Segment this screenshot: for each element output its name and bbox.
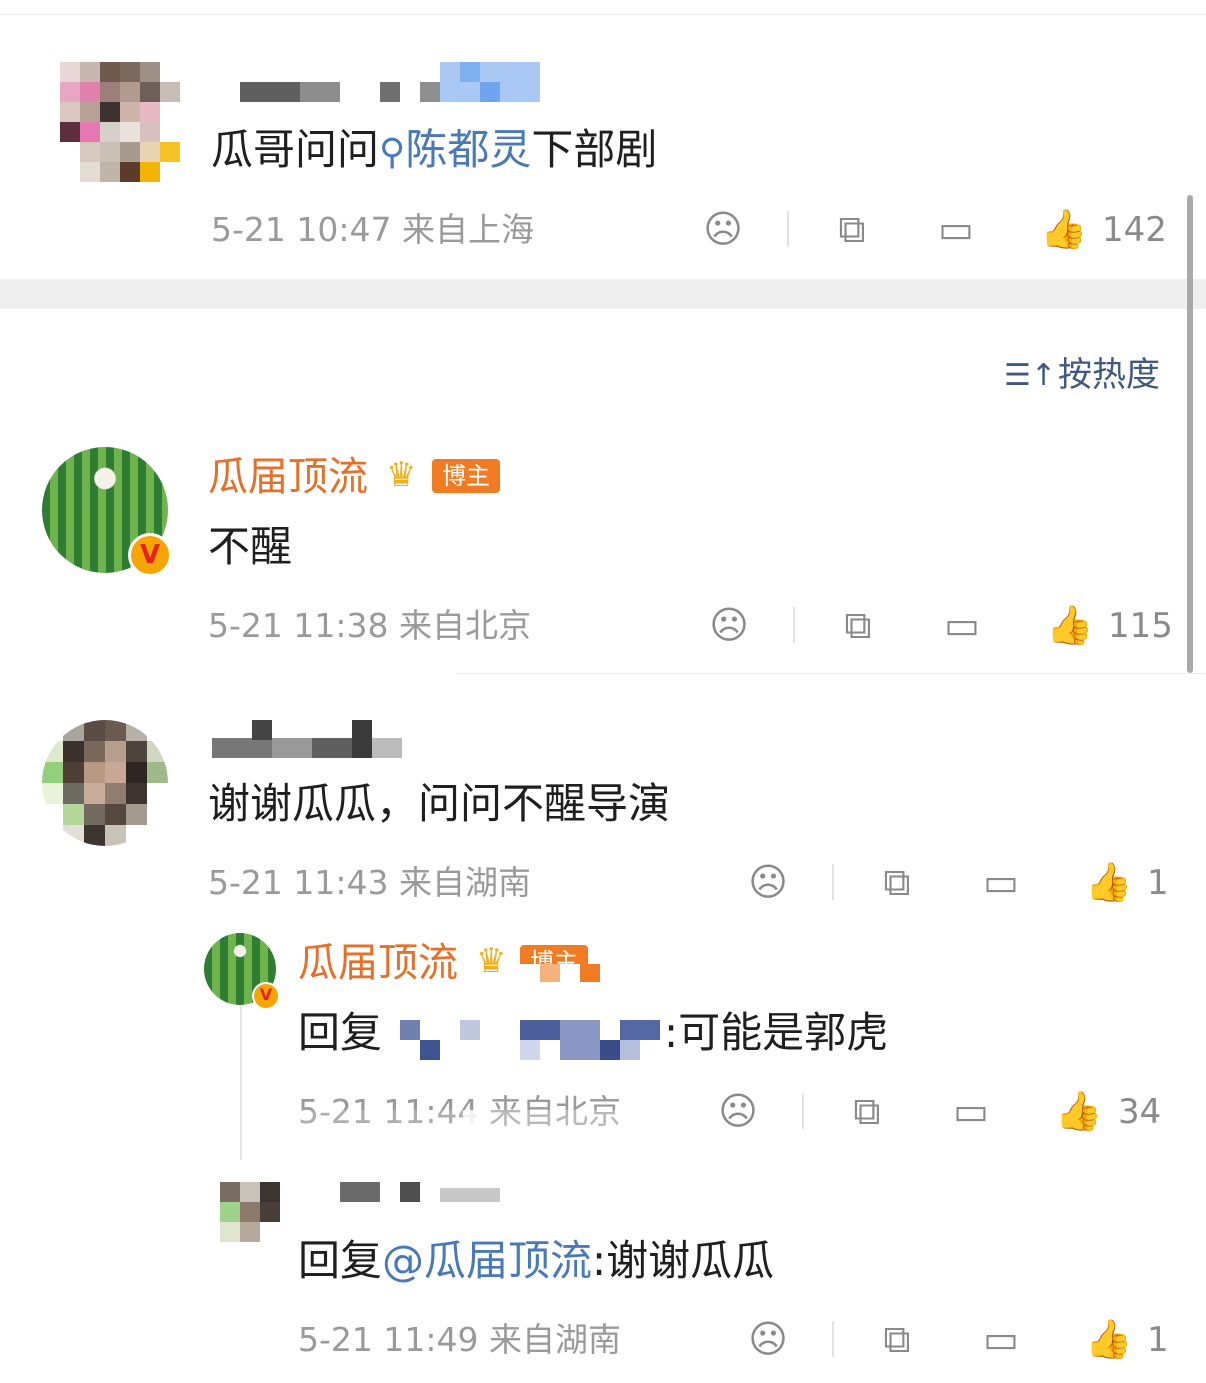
verified-badge-icon: V: [128, 533, 172, 577]
comment-text: 不醒: [208, 522, 293, 571]
sad-face-icon[interactable]: ☹: [702, 209, 744, 249]
scrollbar[interactable]: [1187, 195, 1193, 673]
crown-icon: ♛: [386, 455, 417, 495]
action-separator: [832, 1321, 834, 1357]
share-icon[interactable]: ⧉: [875, 862, 919, 902]
thumbs-up-icon[interactable]: 👍: [1085, 862, 1132, 902]
share-icon[interactable]: ⧉: [830, 209, 874, 249]
username-blurred[interactable]: [212, 720, 402, 758]
comment-meta: 5-21 11:43 来自湖南: [208, 863, 531, 902]
username-blurred[interactable]: [300, 1182, 520, 1206]
thumbs-up-icon[interactable]: 👍: [1046, 605, 1093, 645]
like-count: 1: [1147, 863, 1169, 903]
avatar[interactable]: [220, 1182, 280, 1242]
post-text: 瓜哥问问⚲陈都灵下部剧: [211, 125, 658, 174]
like-count: 142: [1102, 210, 1167, 250]
sad-face-icon[interactable]: ☹: [747, 862, 789, 902]
verified-badge-icon: V: [252, 982, 280, 1010]
thumbs-up-icon[interactable]: 👍: [1085, 1319, 1132, 1359]
avatar[interactable]: [42, 720, 168, 846]
action-separator: [802, 1093, 804, 1129]
mention-blurred[interactable]: [398, 1020, 664, 1062]
thumbs-up-icon[interactable]: 👍: [1055, 1091, 1102, 1131]
sort-icon[interactable]: ☰↑: [1004, 356, 1056, 396]
search-icon: ⚲: [379, 132, 406, 173]
like-count: 34: [1118, 1092, 1162, 1132]
username-blurred[interactable]: [240, 62, 540, 102]
sad-face-icon[interactable]: ☹: [747, 1319, 789, 1359]
username[interactable]: 瓜届顶流: [208, 453, 368, 501]
topic-link[interactable]: ⚲陈都灵: [379, 125, 531, 174]
reply-text: 回复@瓜届顶流:谢谢瓜瓜: [298, 1236, 775, 1285]
reply-thread-line: [240, 1005, 242, 1160]
comment-divider: [456, 673, 1206, 674]
thumbs-up-icon[interactable]: 👍: [1040, 209, 1087, 249]
crown-icon: ♛: [476, 941, 507, 981]
blogger-badge: 博主: [432, 459, 500, 493]
badge-blur: [520, 964, 600, 982]
post-meta: 5-21 10:47 来自上海: [211, 210, 534, 249]
comment-icon[interactable]: ▭: [979, 1319, 1023, 1359]
username[interactable]: 瓜届顶流: [298, 939, 458, 987]
action-separator: [787, 211, 789, 247]
like-count: 115: [1108, 606, 1173, 646]
sad-face-icon[interactable]: ☹: [708, 605, 750, 645]
avatar[interactable]: [60, 62, 180, 182]
comment-icon[interactable]: ▭: [979, 862, 1023, 902]
action-separator: [793, 607, 795, 643]
share-icon[interactable]: ⧉: [845, 1091, 889, 1131]
reply-text-suffix: :可能是郭虎: [664, 1008, 889, 1057]
share-icon[interactable]: ⧉: [875, 1319, 919, 1359]
share-icon[interactable]: ⧉: [836, 605, 880, 645]
comment-text: 谢谢瓜瓜，问问不醒导演: [208, 779, 671, 828]
meta-blur: [298, 1110, 628, 1136]
comment-icon[interactable]: ▭: [934, 209, 978, 249]
like-count: 1: [1147, 1320, 1169, 1360]
comment-icon[interactable]: ▭: [940, 605, 984, 645]
mention-link[interactable]: @瓜届顶流: [382, 1236, 592, 1285]
comment-icon[interactable]: ▭: [949, 1091, 993, 1131]
action-separator: [832, 864, 834, 900]
top-divider: [0, 14, 1206, 15]
sad-face-icon[interactable]: ☹: [717, 1091, 759, 1131]
reply-meta: 5-21 11:49 来自湖南: [298, 1320, 621, 1359]
sort-label[interactable]: 按热度: [1058, 355, 1160, 395]
comment-meta: 5-21 11:38 来自北京: [208, 606, 531, 645]
reply-text: 回复: [298, 1008, 383, 1057]
section-separator: [0, 279, 1206, 309]
